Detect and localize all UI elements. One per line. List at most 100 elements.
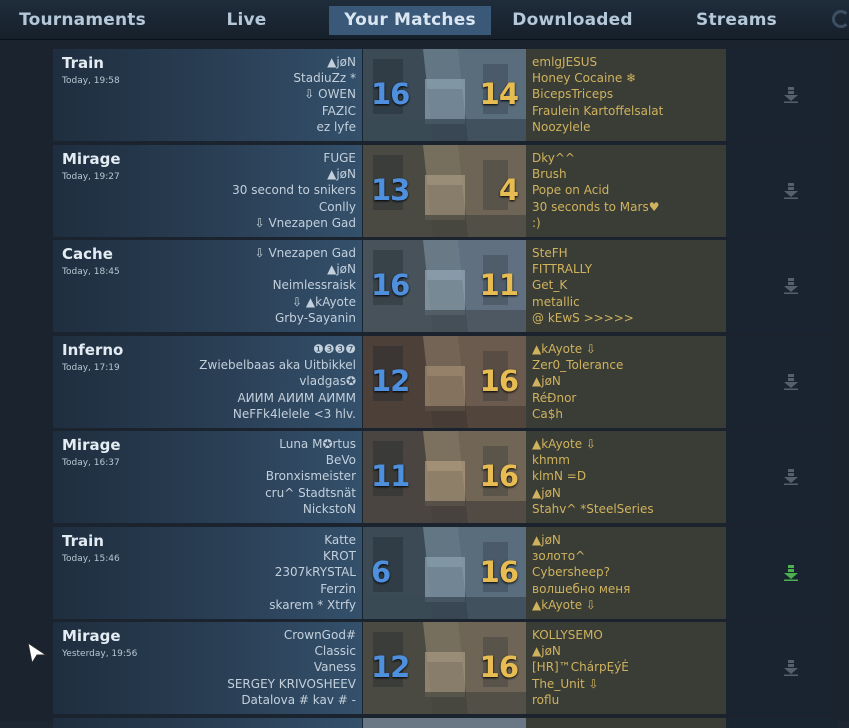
tab-streams[interactable]: Streams [654, 6, 819, 35]
player-name: ⇩ Vnezapen Gad [254, 246, 356, 260]
team-left-panel: Train Today, 19:58 ▲jøN StadiuZz * ⇩ OWEN F… [53, 49, 362, 141]
team-right-players: ▲kAyote ⇩ Zer0_Tolerance ▲jøN RéÐnor Ca$h [532, 341, 623, 422]
mouse-cursor-icon [27, 641, 48, 665]
player-name: The_Unit ⇩ [532, 676, 599, 691]
refresh-icon[interactable] [832, 10, 849, 28]
match-row-partial[interactable] [53, 718, 837, 728]
player-name: [HR]™ChárpĘýĖ [532, 660, 629, 675]
score-left: 11 [371, 459, 410, 493]
download-icon[interactable] [784, 87, 798, 103]
player-name: khmm [532, 453, 570, 468]
map-thumbnail: 16 11 [363, 240, 526, 332]
player-name: KOLLYSEMO [532, 628, 603, 642]
player-name: 2307kRYSTAL [274, 565, 356, 580]
player-name: золото^ [532, 549, 586, 564]
match-row[interactable]: Mirage Yesterday, 19:56 CrownGod# Classic… [53, 622, 837, 714]
player-name: волшебно меня [532, 581, 631, 596]
download-icon[interactable] [784, 183, 798, 199]
tab-tournaments[interactable]: Tournaments [0, 6, 165, 35]
map-thumbnail: 13 4 [363, 145, 526, 237]
player-name: BicepsTriceps [532, 87, 614, 102]
team-right-panel: SteFH FITTRALLY Get_K metallic @ kEwS >>>>> [526, 240, 726, 332]
player-name: Fraulein Kartoffelsalat [532, 103, 664, 118]
player-name: emlgJESUS [532, 55, 598, 69]
player-name: ⇩ Vnezapen Gad [254, 215, 356, 230]
player-name: SERGEY KRIVOSHEEV [227, 676, 356, 691]
score-right: 11 [479, 268, 519, 302]
team-left-players: CrownGod# Classic Vaness SERGEY KRIVOSHEEV D… [227, 627, 356, 708]
match-row[interactable]: Inferno Today, 17:19 ❶❸❸❼ Zwiebelbaas aka… [53, 336, 837, 428]
player-name: Ferzin [320, 581, 356, 596]
score-left: 16 [371, 77, 410, 111]
map-thumbnail: 6 16 [363, 527, 526, 619]
team-left-panel: Cache Today, 18:45 ⇩ Vnezapen Gad ▲jøN Nei… [53, 240, 362, 332]
player-name: 30 second to snikers [232, 183, 356, 198]
map-name: Mirage [62, 150, 121, 168]
player-name: Neimlessraisk [272, 278, 356, 293]
map-thumbnail [363, 718, 526, 728]
match-row[interactable]: Mirage Today, 16:37 Luna M✪rtus BeVo Bronx… [53, 431, 837, 523]
match-list[interactable]: Train Today, 19:58 ▲jøN StadiuZz * ⇩ OWEN F… [0, 40, 849, 728]
team-right-players: ▲kAyote ⇩ khmm klmN =D ▲jøN Stahv^ *SteelSer… [532, 436, 654, 517]
player-name: FAZIC [321, 103, 356, 118]
team-left-players: Luna M✪rtus BeVo Bronxismeister cru^ Stadts… [265, 436, 356, 517]
download-icon[interactable] [784, 660, 798, 676]
team-left-panel: Mirage Today, 19:27 FUGE ▲jøN 30 second to… [53, 145, 362, 237]
download-icon[interactable] [784, 565, 798, 581]
player-name: Luna M✪rtus [279, 437, 356, 451]
download-area[interactable] [726, 527, 837, 619]
download-area[interactable] [726, 145, 837, 237]
team-right-panel: ▲jøN золото^ Cybersheep? волшебно меня ▲kAyo… [526, 527, 726, 619]
player-name: BeVo [325, 453, 356, 468]
match-row[interactable]: Mirage Today, 19:27 FUGE ▲jøN 30 second to… [53, 145, 837, 237]
match-row[interactable]: Train Today, 19:58 ▲jøN StadiuZz * ⇩ OWEN F… [53, 49, 837, 141]
download-area[interactable] [726, 49, 837, 141]
player-name: ▲jøN [532, 644, 561, 659]
map-name: Mirage [62, 627, 121, 645]
team-left-players: FUGE ▲jøN 30 second to snikers Conlly ⇩ Vnez… [232, 150, 356, 231]
map-thumbnail: 16 14 [363, 49, 526, 141]
player-name: ▲jøN [327, 55, 356, 69]
player-name: vladgas✪ [299, 374, 356, 389]
download-area[interactable] [726, 431, 837, 523]
player-name: Conlly [318, 199, 356, 214]
player-name: Stahv^ *SteelSeries [532, 501, 654, 516]
download-icon[interactable] [784, 374, 798, 390]
player-name: Bronxismeister [265, 469, 356, 484]
tab-live[interactable]: Live [165, 6, 328, 35]
score-right: 4 [498, 173, 519, 207]
map-name: Train [62, 54, 104, 72]
match-row[interactable]: Train Today, 15:46 Katte KROT 2307kRYSTAL F… [53, 527, 837, 619]
player-name: Zer0_Tolerance [532, 358, 624, 373]
download-area[interactable] [726, 622, 837, 714]
team-left-panel: Mirage Yesterday, 19:56 CrownGod# Classic… [53, 622, 362, 714]
player-name: ⇩ ▲kAyote [292, 294, 356, 309]
player-name: :) [532, 215, 541, 230]
map-name: Train [62, 532, 104, 550]
download-icon[interactable] [784, 469, 798, 485]
tab-your-matches[interactable]: Your Matches [329, 6, 491, 35]
map-name: Cache [62, 245, 113, 263]
player-name: CrownGod# [283, 628, 356, 642]
top-navigation: Tournaments Live Your Matches Downloaded… [0, 0, 849, 40]
match-row[interactable]: Cache Today, 18:45 ⇩ Vnezapen Gad ▲jøN Nei… [53, 240, 837, 332]
team-right-panel: emlgJESUS Honey Cocaine ❄ BicepsTriceps Fra… [526, 49, 726, 141]
match-time: Today, 19:58 [62, 76, 120, 86]
player-name: Get_K [532, 278, 568, 293]
score-right: 16 [479, 364, 519, 398]
download-area[interactable] [726, 240, 837, 332]
score-left: 6 [371, 555, 391, 589]
map-name: Mirage [62, 436, 121, 454]
score-right: 16 [479, 459, 519, 493]
player-name: ⇩ OWEN [304, 87, 356, 102]
team-left-panel [53, 718, 362, 728]
player-name: ez lyfe [316, 119, 356, 134]
download-area[interactable] [726, 336, 837, 428]
player-name: Zwiebelbaas aka Uitbikkel [199, 358, 356, 373]
player-name: FITTRALLY [532, 262, 593, 277]
tab-downloaded[interactable]: Downloaded [491, 6, 654, 35]
team-right-players: Dky^^ Brush Pope on Acid 30 seconds to Mars… [532, 150, 659, 231]
match-time: Today, 19:27 [62, 172, 120, 182]
team-right-panel: KOLLYSEMO ▲jøN [HR]™ChárpĘýĖ The_Unit ⇩ rofl… [526, 622, 726, 714]
download-icon[interactable] [784, 278, 798, 294]
